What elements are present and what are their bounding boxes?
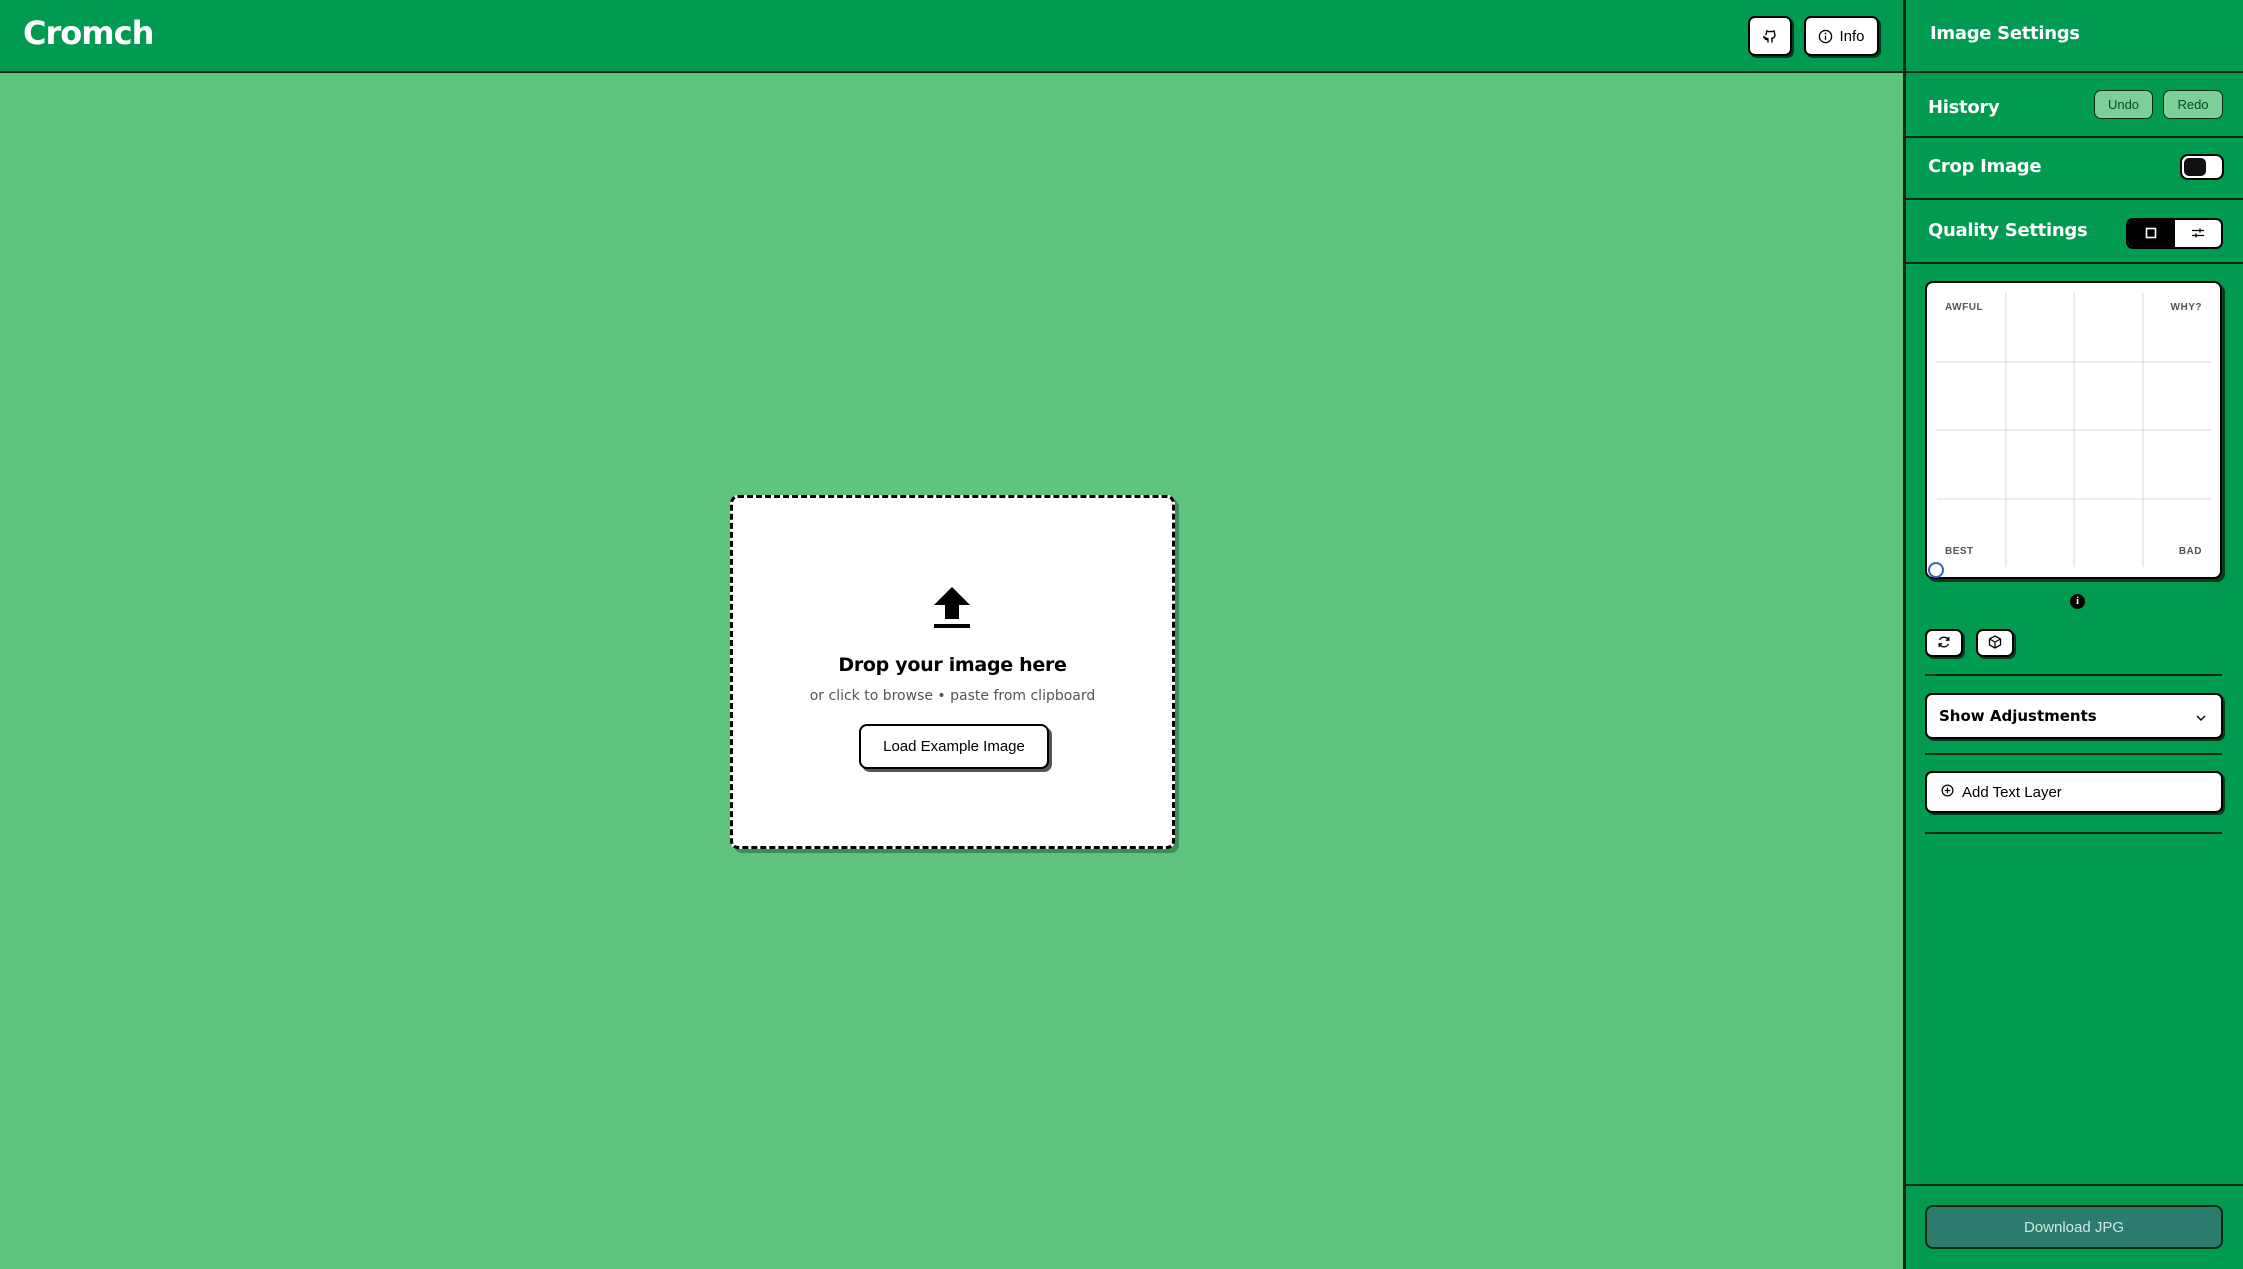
- info-icon: [1818, 29, 1833, 44]
- quality-info-icon[interactable]: i: [2070, 594, 2085, 609]
- upload-icon: [932, 585, 972, 635]
- app-logo: Cromch: [23, 14, 154, 52]
- reset-button[interactable]: [1925, 629, 1963, 657]
- quality-label-bad: BAD: [2178, 546, 2202, 557]
- quality-mode-toggle[interactable]: [2126, 218, 2223, 249]
- drop-title: Drop your image here: [838, 654, 1067, 676]
- quality-grid-lines: [1937, 293, 2211, 567]
- quality-divider: [1906, 262, 2243, 264]
- adjustments-label: Show Adjustments: [1939, 707, 2097, 725]
- refresh-icon: [1937, 634, 1951, 653]
- undo-button[interactable]: Undo: [2094, 90, 2153, 119]
- info-label: Info: [1839, 27, 1865, 45]
- sidebar-title: Image Settings: [1930, 23, 2080, 44]
- square-icon: [2145, 224, 2157, 243]
- cube-button[interactable]: [1976, 629, 2014, 657]
- quality-handle[interactable]: [1928, 562, 1944, 578]
- show-adjustments-dropdown[interactable]: Show Adjustments: [1925, 693, 2223, 739]
- top-bar: Cromch Info: [0, 0, 1903, 73]
- quality-label-why: WHY?: [2170, 302, 2202, 313]
- crop-label: Crop Image: [1928, 156, 2042, 177]
- add-text-layer-label: Add Text Layer: [1962, 783, 2062, 801]
- load-example-button[interactable]: Load Example Image: [859, 724, 1049, 769]
- download-section: [1906, 1184, 2243, 1186]
- plus-circle-icon: [1941, 784, 1954, 801]
- github-icon: [1762, 28, 1778, 44]
- info-button[interactable]: Info: [1804, 16, 1879, 56]
- cube-icon: [1988, 634, 2002, 653]
- quality-label-awful: AWFUL: [1945, 302, 1984, 313]
- drop-subtitle: or click to browse • paste from clipboar…: [809, 688, 1096, 704]
- crop-toggle-knob: [2184, 158, 2206, 176]
- image-drop-zone[interactable]: Drop your image here or click to browse …: [730, 495, 1175, 849]
- section-divider: [1925, 674, 2222, 676]
- quality-grid[interactable]: AWFUL WHY? BEST BAD: [1925, 281, 2222, 579]
- chevron-down-icon: [2195, 710, 2207, 728]
- quality-label-best: BEST: [1945, 546, 1974, 557]
- history-label: History: [1928, 97, 2000, 118]
- download-button[interactable]: Download JPG: [1925, 1205, 2223, 1249]
- redo-button[interactable]: Redo: [2163, 90, 2223, 119]
- sliders-icon: [2191, 224, 2205, 243]
- section-divider: [1925, 832, 2222, 834]
- section-divider: [1925, 753, 2222, 755]
- github-button[interactable]: [1748, 16, 1792, 56]
- add-text-layer-button[interactable]: Add Text Layer: [1925, 771, 2223, 813]
- crop-toggle[interactable]: [2180, 154, 2224, 180]
- quality-mode-advanced[interactable]: [2175, 220, 2222, 247]
- quality-label: Quality Settings: [1928, 220, 2088, 241]
- quality-mode-simple[interactable]: [2128, 220, 2175, 247]
